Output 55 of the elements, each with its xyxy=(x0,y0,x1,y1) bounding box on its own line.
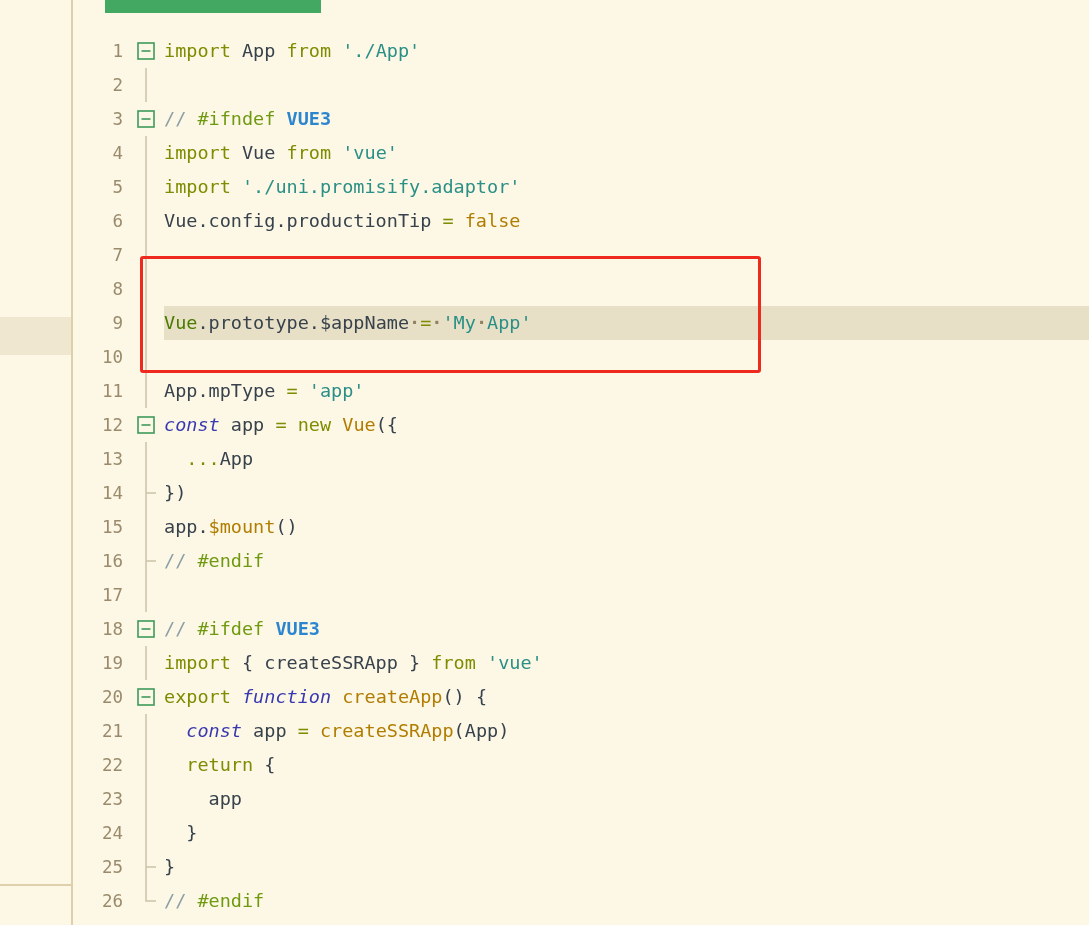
line-number: 8 xyxy=(111,279,123,299)
code-line: const app = createSSRApp(App) xyxy=(185,719,511,743)
line-number: 23 xyxy=(100,789,123,809)
line-number: 21 xyxy=(100,721,123,741)
line-number: 20 xyxy=(100,687,123,707)
code-line: import './uni.promisify.adaptor' xyxy=(164,175,522,199)
line-number: 15 xyxy=(100,517,123,537)
code-line: import App from './App' xyxy=(164,39,422,63)
fold-icon[interactable] xyxy=(137,620,155,638)
fold-icon[interactable] xyxy=(137,42,155,60)
code-line: return { xyxy=(185,753,277,777)
line-number: 18 xyxy=(100,619,123,639)
code-line: import Vue from 'vue' xyxy=(164,141,399,165)
line-number: 2 xyxy=(111,75,123,95)
line-number: 25 xyxy=(100,857,123,877)
code-line: ...App xyxy=(185,447,255,471)
line-number: 1 xyxy=(111,41,123,61)
code-line: } xyxy=(164,855,177,879)
code-line: // #ifdef VUE3 xyxy=(164,617,321,641)
fold-icon[interactable] xyxy=(137,688,155,706)
fold-icon[interactable] xyxy=(137,110,155,128)
line-number: 3 xyxy=(111,109,123,129)
line-number: 26 xyxy=(100,891,123,911)
line-number: 11 xyxy=(100,381,123,401)
line-number: 17 xyxy=(100,585,123,605)
code-line: import { createSSRApp } from 'vue' xyxy=(164,651,544,675)
code-line: }) xyxy=(164,481,188,505)
line-number: 7 xyxy=(111,245,123,265)
fold-guide-line xyxy=(145,68,147,102)
code-line: } xyxy=(185,821,199,845)
line-number: 19 xyxy=(100,653,123,673)
code-line: export function createApp() { xyxy=(164,685,489,709)
fold-guide-line xyxy=(145,646,147,680)
fold-icon[interactable] xyxy=(137,416,155,434)
row-highlight xyxy=(0,317,71,355)
code-line: // #endif xyxy=(164,549,266,573)
code-line: // #endif xyxy=(164,889,266,913)
code-line: App.mpType = 'app' xyxy=(164,379,366,403)
line-number: 24 xyxy=(100,823,123,843)
line-number: 14 xyxy=(100,483,123,503)
fold-end-line xyxy=(145,884,156,902)
line-number: 13 xyxy=(100,449,123,469)
line-number: 16 xyxy=(100,551,123,571)
code-line: Vue.config.productionTip = false xyxy=(164,209,522,233)
code-line: app xyxy=(207,787,243,811)
line-number: 4 xyxy=(111,143,123,163)
code-line: const app = new Vue({ xyxy=(164,413,399,437)
line-number: 22 xyxy=(100,755,123,775)
line-number: 9 xyxy=(111,313,123,333)
line-number: 12 xyxy=(100,415,123,435)
code-line: app.$mount() xyxy=(164,515,299,539)
code-line: // #ifndef VUE3 xyxy=(164,107,333,131)
line-number: 5 xyxy=(111,177,123,197)
line-number: 6 xyxy=(111,211,123,231)
line-number: 10 xyxy=(100,347,123,367)
